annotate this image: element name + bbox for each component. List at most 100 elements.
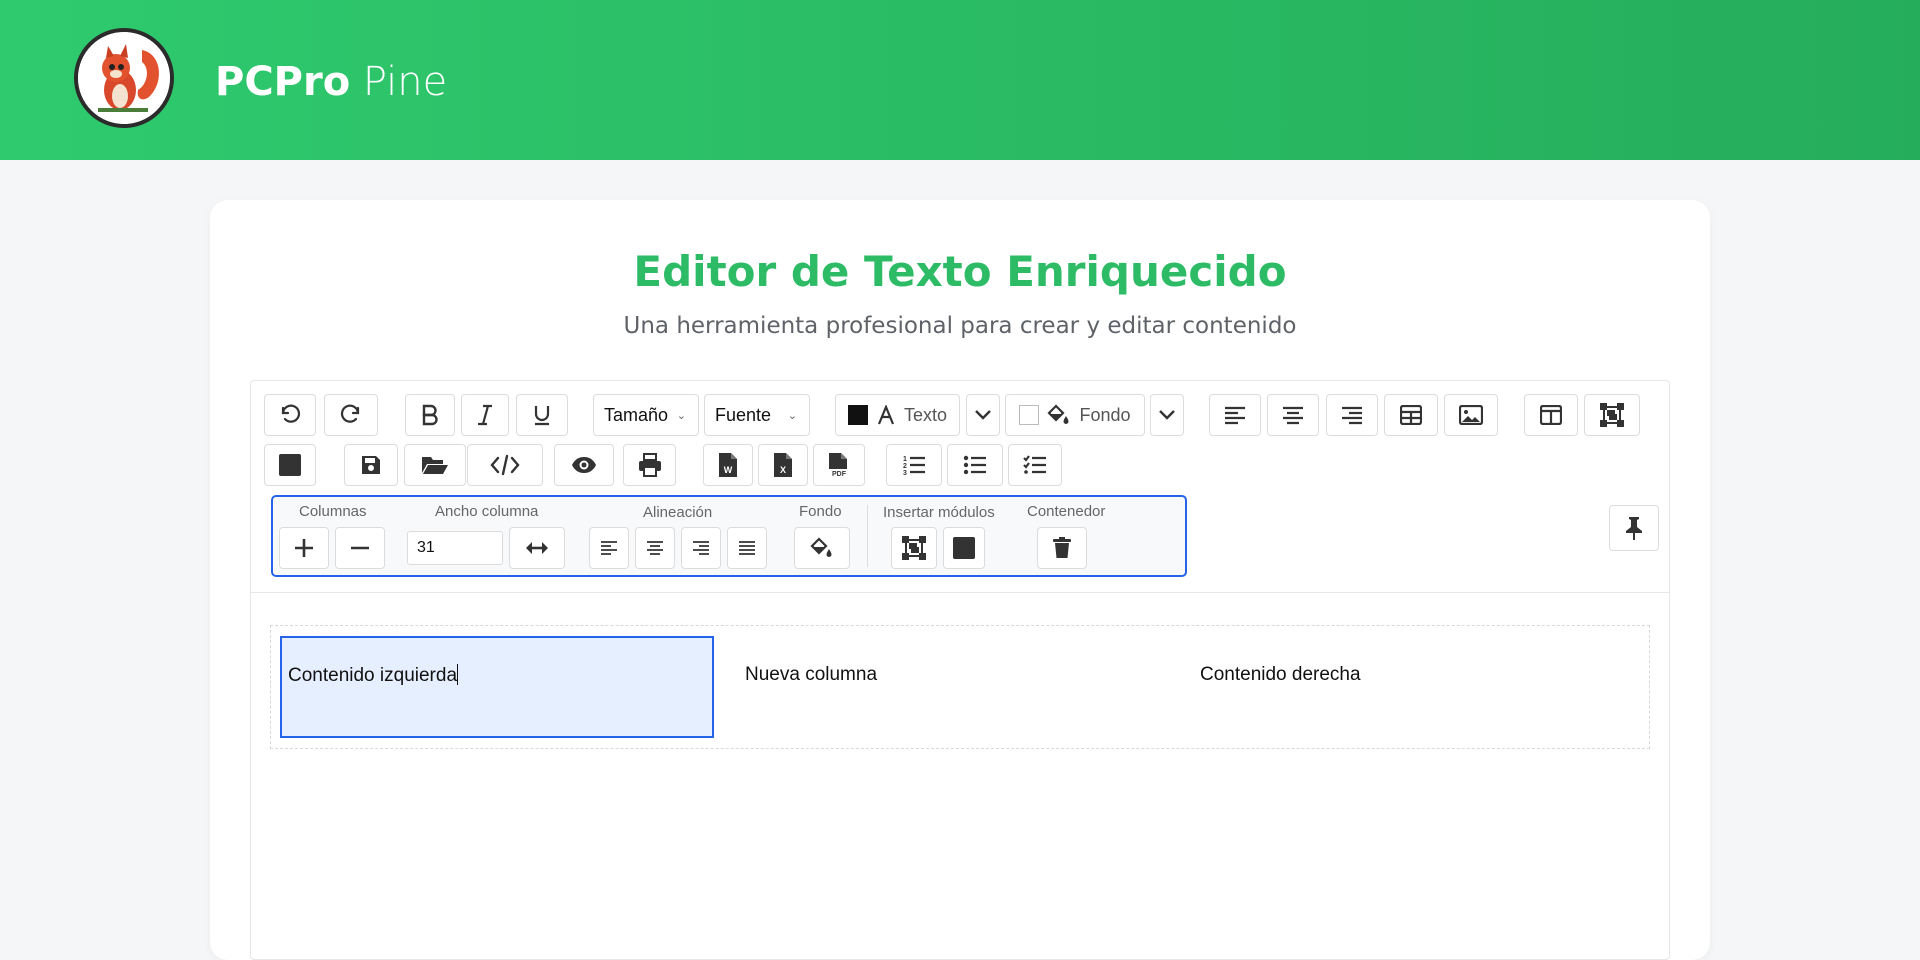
remove-column-button[interactable] — [335, 527, 385, 569]
brand-name: PCPro Pine — [215, 58, 447, 106]
column-right-text: Contenido derecha — [1200, 664, 1361, 685]
column-align-center-button[interactable] — [635, 527, 675, 569]
table-icon — [1400, 405, 1422, 425]
add-column-button[interactable] — [279, 527, 329, 569]
align-center-icon — [1283, 406, 1303, 425]
align-center-icon — [647, 541, 663, 555]
columns-container: Contenido izquierda Nueva columna Conten… — [270, 625, 1650, 749]
undo-button[interactable] — [264, 394, 316, 436]
export-pdf-button[interactable]: PDF — [813, 444, 865, 486]
underline-icon — [534, 406, 550, 426]
align-left-icon — [601, 541, 617, 555]
text-color-button[interactable]: Texto — [835, 394, 960, 436]
editor-toolbar: Tamaño ⌄ Fuente ⌄ Texto Fondo W X PDF 1 … — [251, 381, 1669, 593]
italic-button[interactable] — [461, 394, 509, 436]
square-icon — [279, 454, 301, 476]
apply-width-button[interactable] — [509, 527, 565, 569]
page-title: Editor de Texto Enriquecido — [633, 247, 1287, 296]
align-right-button[interactable] — [1326, 394, 1378, 436]
brand-bold: PCPro — [215, 59, 351, 105]
app-header: PCPro Pine — [0, 0, 1920, 160]
align-center-button[interactable] — [1267, 394, 1319, 436]
ordered-list-button[interactable]: 123 — [886, 444, 942, 486]
text-cursor — [457, 664, 459, 685]
image-icon — [1459, 405, 1483, 425]
arrows-horizontal-icon — [526, 542, 548, 554]
insert-container-module-button[interactable] — [891, 527, 937, 569]
plus-icon — [295, 539, 313, 557]
checklist-icon — [1023, 455, 1046, 474]
preview-button[interactable] — [554, 444, 614, 486]
pdf-file-icon: PDF — [829, 453, 847, 478]
pin-icon — [1626, 517, 1642, 540]
insert-columns-button[interactable] — [1524, 394, 1578, 436]
rich-text-editor: Tamaño ⌄ Fuente ⌄ Texto Fondo W X PDF 1 … — [250, 380, 1670, 960]
column-right[interactable]: Contenido derecha — [1192, 636, 1632, 738]
svg-text:X: X — [780, 465, 786, 475]
redo-icon — [340, 404, 360, 423]
align-left-button[interactable] — [1209, 394, 1261, 436]
italic-icon — [478, 404, 492, 426]
bg-color-label: Fondo — [1079, 404, 1131, 425]
column-background-button[interactable] — [794, 527, 850, 569]
column-align-left-button[interactable] — [589, 527, 629, 569]
svg-text:3: 3 — [903, 470, 907, 476]
insert-table-button[interactable] — [1384, 394, 1438, 436]
font-size-value: Tamaño — [604, 404, 669, 425]
background-label: Fondo — [799, 503, 842, 520]
bold-button[interactable] — [405, 394, 455, 436]
insert-image-button[interactable] — [1444, 394, 1498, 436]
container-label: Contenedor — [1027, 503, 1106, 520]
text-color-label: Texto — [903, 404, 948, 425]
font-family-value: Fuente — [715, 404, 772, 425]
code-icon — [490, 454, 520, 476]
block-module-button[interactable] — [264, 444, 316, 486]
font-color-icon — [877, 405, 895, 425]
column-middle[interactable]: Nueva columna — [737, 636, 1167, 738]
bg-color-button[interactable]: Fondo — [1005, 394, 1145, 436]
undo-icon — [281, 404, 301, 423]
insert-block-module-button[interactable] — [943, 527, 985, 569]
pin-toolbar-button[interactable] — [1609, 505, 1659, 551]
checklist-button[interactable] — [1008, 444, 1062, 486]
align-right-icon — [693, 541, 709, 555]
print-button[interactable] — [623, 444, 676, 486]
column-left-text: Contenido izquierda — [288, 665, 458, 686]
paint-bucket-icon — [1047, 404, 1069, 424]
export-excel-button[interactable]: X — [758, 444, 808, 486]
container-icon — [902, 536, 926, 560]
print-icon — [638, 453, 661, 477]
bold-icon — [422, 404, 438, 426]
font-family-select[interactable]: Fuente ⌄ — [704, 394, 810, 436]
column-width-label: Ancho columna — [435, 503, 539, 520]
insert-modules-label: Insertar módulos — [883, 504, 995, 521]
export-word-button[interactable]: W — [703, 444, 753, 486]
column-align-right-button[interactable] — [681, 527, 721, 569]
save-button[interactable] — [344, 444, 398, 486]
svg-text:2: 2 — [903, 463, 907, 470]
eye-icon — [572, 457, 596, 473]
text-color-dropdown[interactable] — [966, 394, 1000, 436]
delete-container-button[interactable] — [1037, 527, 1087, 569]
bg-color-dropdown[interactable] — [1150, 394, 1184, 436]
column-settings-panel: Columnas Ancho columna Alineación Fondo … — [271, 495, 1187, 577]
align-justify-icon — [739, 541, 755, 555]
align-right-icon — [1342, 406, 1362, 425]
folder-open-icon — [422, 457, 448, 474]
column-justify-button[interactable] — [727, 527, 767, 569]
column-middle-text: Nueva columna — [745, 664, 878, 685]
chevron-down-icon — [975, 410, 991, 420]
insert-container-button[interactable] — [1584, 394, 1640, 436]
underline-button[interactable] — [516, 394, 568, 436]
font-size-select[interactable]: Tamaño ⌄ — [593, 394, 699, 436]
bullet-list-button[interactable] — [947, 444, 1003, 486]
open-file-button[interactable] — [404, 444, 466, 486]
brand-light: Pine — [362, 59, 448, 105]
paint-bucket-icon — [810, 537, 832, 557]
column-width-input[interactable]: 31 — [407, 531, 503, 565]
source-code-button[interactable] — [467, 444, 543, 486]
column-left[interactable]: Contenido izquierda — [280, 636, 714, 738]
word-file-icon: W — [719, 453, 737, 477]
redo-button[interactable] — [324, 394, 378, 436]
bullet-list-icon — [963, 455, 986, 475]
